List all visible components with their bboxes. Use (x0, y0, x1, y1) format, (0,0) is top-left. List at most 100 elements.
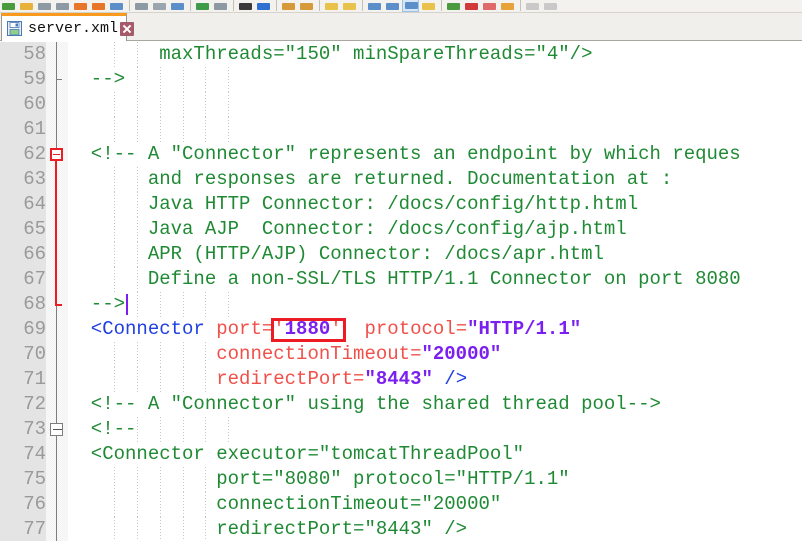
code-token: ' (330, 318, 342, 340)
fold-marker-73[interactable] (50, 423, 63, 436)
code-text-area[interactable]: maxThreads="150" minSpareThreads="4"/> -… (68, 42, 802, 541)
code-line[interactable]: maxThreads="150" minSpareThreads="4"/> (68, 42, 802, 67)
code-token: Java AJP Connector: /docs/config/ajp.htm… (68, 218, 627, 240)
macro-save-icon[interactable] (499, 0, 516, 12)
line-number: 65 (23, 218, 46, 240)
replace-icon[interactable] (255, 0, 272, 12)
close-tab-icon[interactable] (120, 21, 135, 36)
save-all-icon[interactable] (54, 0, 71, 12)
code-line[interactable]: <!-- A "Connector" using the shared thre… (68, 392, 802, 417)
close-all-icon[interactable] (90, 0, 107, 12)
code-line[interactable]: Java AJP Connector: /docs/config/ajp.htm… (68, 217, 802, 242)
new-file-icon[interactable] (0, 0, 17, 12)
code-line[interactable]: port="8080" protocol="HTTP/1.1" (68, 467, 802, 492)
bookmark-toggle-icon[interactable] (323, 0, 340, 12)
line-number: 64 (23, 193, 46, 215)
code-token: <Connector (68, 318, 217, 340)
print-icon[interactable] (108, 0, 125, 12)
code-line[interactable] (68, 92, 802, 117)
show-whitespace-icon[interactable] (366, 0, 383, 12)
code-line[interactable]: <Connector executor="tomcatThreadPool" (68, 442, 802, 467)
line-number: 58 (23, 43, 46, 65)
code-line[interactable]: Java HTTP Connector: /docs/config/http.h… (68, 192, 802, 217)
open-folder-icon[interactable] (18, 0, 35, 12)
indent-guide (228, 67, 230, 92)
line-number: 61 (23, 118, 46, 140)
code-token: maxThreads="150" minSpareThreads="4"/> (68, 43, 593, 65)
indent-guide (136, 117, 138, 142)
macro-play-icon[interactable] (481, 0, 498, 12)
line-number: 70 (23, 343, 46, 365)
text-caret (126, 294, 129, 315)
indent-guide (159, 517, 161, 541)
code-line[interactable] (68, 117, 802, 142)
code-line[interactable]: connectionTimeout="20000" (68, 342, 802, 367)
code-line[interactable]: APR (HTTP/AJP) Connector: /docs/apr.html (68, 242, 802, 267)
code-line[interactable]: <!-- A "Connector" represents an endpoin… (68, 142, 802, 167)
code-line[interactable]: <!-- (68, 417, 802, 442)
indent-guide (136, 492, 138, 517)
indent-guide (205, 417, 207, 442)
indent-guide (136, 167, 138, 192)
indent-guide (113, 167, 115, 192)
indent-guide (159, 492, 161, 517)
editor-pane[interactable]: 58 59 60 61 62 63 64 65 66 67 68 69 70 71 72 73 74 75 76 77… (0, 42, 802, 541)
redo-icon[interactable] (212, 0, 229, 12)
show-indent-guide-icon[interactable] (402, 0, 419, 12)
code-line[interactable]: redirectPort="8443" /> (68, 367, 802, 392)
show-all-chars-icon[interactable] (420, 0, 437, 12)
code-line[interactable]: connectionTimeout="20000" (68, 492, 802, 517)
code-line[interactable]: --> (68, 67, 802, 92)
code-token: protocol= (364, 318, 468, 340)
find-icon[interactable] (237, 0, 254, 12)
code-token: port="8080" protocol="HTTP/1.1" (68, 468, 570, 490)
close-file-icon[interactable] (72, 0, 89, 12)
panel-left-icon[interactable] (524, 0, 541, 12)
code-line[interactable]: and responses are returned. Documentatio… (68, 167, 802, 192)
zoom-out-icon[interactable] (298, 0, 315, 12)
line-number: 73 (23, 418, 46, 440)
copy-icon[interactable] (151, 0, 168, 12)
indent-guide (136, 342, 138, 367)
indent-guide (182, 367, 184, 392)
code-line[interactable]: Define a non-SSL/TLS HTTP/1.1 Connector … (68, 267, 802, 292)
macro-record-icon[interactable] (445, 0, 462, 12)
code-line[interactable]: redirectPort="8443" /> (68, 517, 802, 541)
code-line[interactable]: --> (68, 292, 802, 317)
indent-guide (159, 417, 161, 442)
indent-guide (205, 517, 207, 541)
bookmark-next-icon[interactable] (341, 0, 358, 12)
indent-guide (136, 192, 138, 217)
code-line[interactable]: <Connector port='1880' protocol="HTTP/1.… (68, 317, 802, 342)
cut-icon[interactable] (133, 0, 150, 12)
line-number: 68 (23, 293, 46, 315)
editor-toolbar[interactable] (0, 0, 802, 13)
fold-margin[interactable] (46, 42, 68, 541)
macro-stop-icon[interactable] (463, 0, 480, 12)
line-number: 59 (23, 68, 46, 90)
save-icon[interactable] (36, 0, 53, 12)
indent-guide (113, 492, 115, 517)
fold-range-line (55, 161, 57, 304)
line-number: 71 (23, 368, 46, 390)
indent-guide (136, 417, 138, 442)
fold-marker-62[interactable] (50, 148, 63, 161)
paste-icon[interactable] (169, 0, 186, 12)
undo-icon[interactable] (194, 0, 211, 12)
indent-guide (113, 467, 115, 492)
code-editor-window: server.xml 58 59 60 61 62 63 64 65 66 67 68 69 70 71 7… (0, 0, 802, 541)
wrap-lines-icon[interactable] (384, 0, 401, 12)
indent-guide (136, 92, 138, 117)
zoom-in-icon[interactable] (280, 0, 297, 12)
panel-right-icon[interactable] (542, 0, 559, 12)
indent-guide (159, 292, 161, 317)
indent-guide (159, 367, 161, 392)
code-token: port= (216, 318, 274, 340)
tab-bar[interactable]: server.xml (0, 13, 802, 41)
tab-server-xml[interactable]: server.xml (1, 13, 135, 41)
separator-5 (316, 0, 323, 12)
code-token: "20000" (421, 343, 502, 365)
indent-guide (182, 342, 184, 367)
separator-7 (438, 0, 445, 12)
